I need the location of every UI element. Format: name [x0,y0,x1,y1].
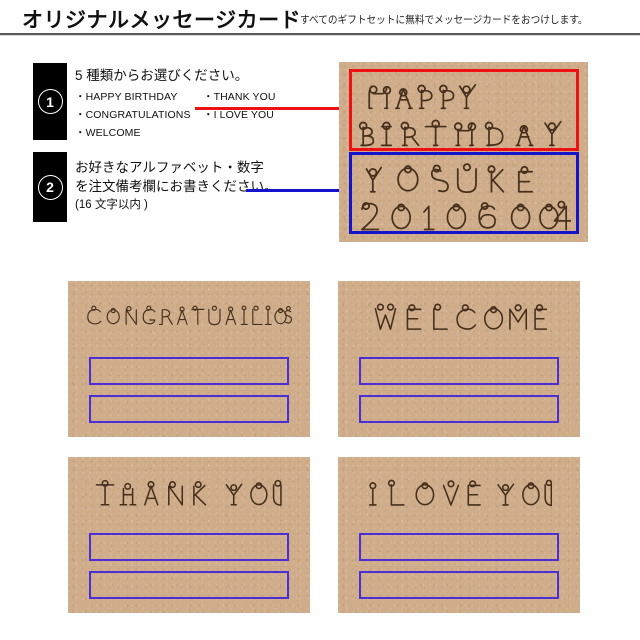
connector-line-preset [195,107,345,110]
figure-text-welcome [374,303,547,330]
main-preview-card [339,62,588,242]
step-2-body: お好きなアルファベット・数字 を注文備考欄にお書きください。 (16 文字以内 … [75,158,278,215]
option-happy-birthday[interactable]: ・HAPPY BIRTHDAY [75,89,177,104]
sample-card-i-love-you-title [338,475,580,507]
custom-highlight-box [349,152,579,234]
option-welcome[interactable]: ・WELCOME [75,125,141,140]
step-2-badge: 2 [33,152,67,222]
preset-highlight-box [349,69,579,151]
message-slot-line-2[interactable] [89,571,289,599]
sample-card-congratulations [68,281,310,437]
sample-card-welcome [338,281,580,437]
figure-text-thank-you [95,479,282,506]
page-subtitle: すべてのギフトセットに無料でメッセージカードをおつけします。 [300,14,588,26]
step-2-line-1: お好きなアルファベット・数字 [75,160,264,175]
figure-text-congratulations [87,305,293,326]
step-2-line-2: を注文備考欄にお書きください。 [75,179,278,194]
step-1-number: 1 [37,89,63,114]
sample-card-thank-you-title [68,475,310,507]
step-2-number: 2 [37,174,63,200]
figure-text-i-love-you [368,479,552,507]
step-1-badge: 1 [33,63,67,140]
option-thank-you[interactable]: ・THANK YOU [203,89,276,104]
connector-line-custom [246,189,345,192]
sample-card-thank-you [68,457,310,613]
step-1-heading: 5 種類からお選びください。 [75,68,249,83]
message-slot-line-1[interactable] [359,357,559,385]
sample-card-congratulations-title [68,299,310,329]
message-slot-line-2[interactable] [359,571,559,599]
step-2-note: (16 文字以内 ) [75,199,148,211]
message-slot-line-1[interactable] [89,533,289,561]
page-header: オリジナルメッセージカード すべてのギフトセットに無料でメッセージカードをおつけ… [0,0,640,36]
header-divider-shadow [0,35,640,36]
message-slot-line-1[interactable] [359,533,559,561]
sample-card-welcome-title [338,299,580,331]
message-slot-line-1[interactable] [89,357,289,385]
message-slot-line-2[interactable] [89,395,289,423]
option-congratulations[interactable]: ・CONGRATULATIONS [75,107,191,122]
page-title: オリジナルメッセージカード [22,9,302,32]
step-1-body: 5 種類からお選びください。 ・HAPPY BIRTHDAY ・THANK YO… [75,64,290,139]
message-slot-line-2[interactable] [359,395,559,423]
sample-card-i-love-you [338,457,580,613]
